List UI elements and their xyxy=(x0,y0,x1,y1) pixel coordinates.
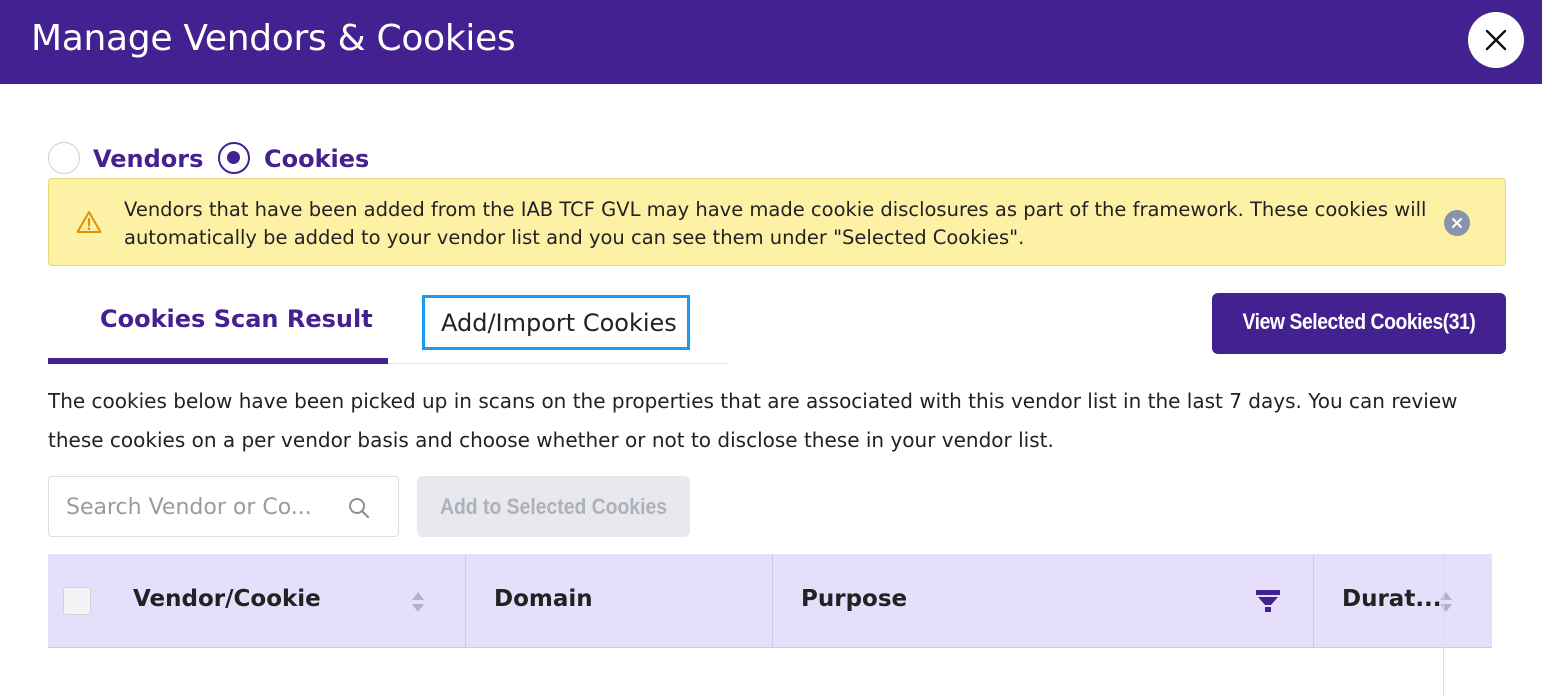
close-button[interactable] xyxy=(1468,12,1524,68)
tab-label: Cookies Scan Result xyxy=(100,305,373,333)
column-divider xyxy=(1313,554,1314,648)
column-header-vendor-cookie[interactable]: Vendor/Cookie xyxy=(133,586,321,612)
gvl-notice-banner: Vendors that have been added from the IA… xyxy=(48,178,1506,266)
cookies-radio-label[interactable]: Cookies xyxy=(264,145,369,173)
table-header-row: Vendor/Cookie Domain Purpose Durat... xyxy=(48,554,1506,648)
column-divider xyxy=(465,554,466,648)
vendors-radio[interactable] xyxy=(48,142,80,174)
sort-icon[interactable] xyxy=(410,590,426,614)
search-field xyxy=(48,476,399,537)
vendors-radio-label[interactable]: Vendors xyxy=(93,145,203,173)
modal-header: Manage Vendors & Cookies xyxy=(0,0,1542,84)
scan-description: The cookies below have been picked up in… xyxy=(48,389,1458,452)
column-header-purpose[interactable]: Purpose xyxy=(801,586,907,612)
column-header-duration[interactable]: Durat... xyxy=(1342,586,1442,612)
table-scroll-edge xyxy=(1443,554,1444,697)
warning-icon xyxy=(76,211,102,233)
tab-label: Add/Import Cookies xyxy=(441,309,677,337)
add-to-selected-cookies-button[interactable]: Add to Selected Cookies xyxy=(417,476,690,537)
cookies-radio[interactable] xyxy=(218,142,250,174)
search-icon[interactable] xyxy=(347,496,371,520)
notice-text: Vendors that have been added from the IA… xyxy=(124,198,1427,249)
sort-icon[interactable] xyxy=(1438,590,1454,614)
search-input[interactable] xyxy=(66,491,336,523)
filter-icon[interactable] xyxy=(1255,588,1281,614)
column-header-domain[interactable]: Domain xyxy=(494,586,593,612)
modal-title: Manage Vendors & Cookies xyxy=(31,18,516,59)
button-label: View Selected Cookies(31) xyxy=(1242,309,1476,334)
tab-cookies-scan-result[interactable]: Cookies Scan Result xyxy=(48,292,388,364)
close-icon xyxy=(1452,218,1462,228)
tab-add-import-cookies[interactable]: Add/Import Cookies xyxy=(422,295,690,350)
notice-dismiss-button[interactable] xyxy=(1444,210,1470,236)
select-all-checkbox[interactable] xyxy=(63,587,91,615)
close-icon xyxy=(1485,29,1507,51)
column-resize-gap xyxy=(1492,554,1506,648)
column-divider xyxy=(772,554,773,648)
button-label: Add to Selected Cookies xyxy=(439,494,667,519)
view-selected-cookies-button[interactable]: View Selected Cookies(31) xyxy=(1212,293,1506,354)
tab-bar: Cookies Scan Result Add/Import Cookies xyxy=(48,292,728,364)
